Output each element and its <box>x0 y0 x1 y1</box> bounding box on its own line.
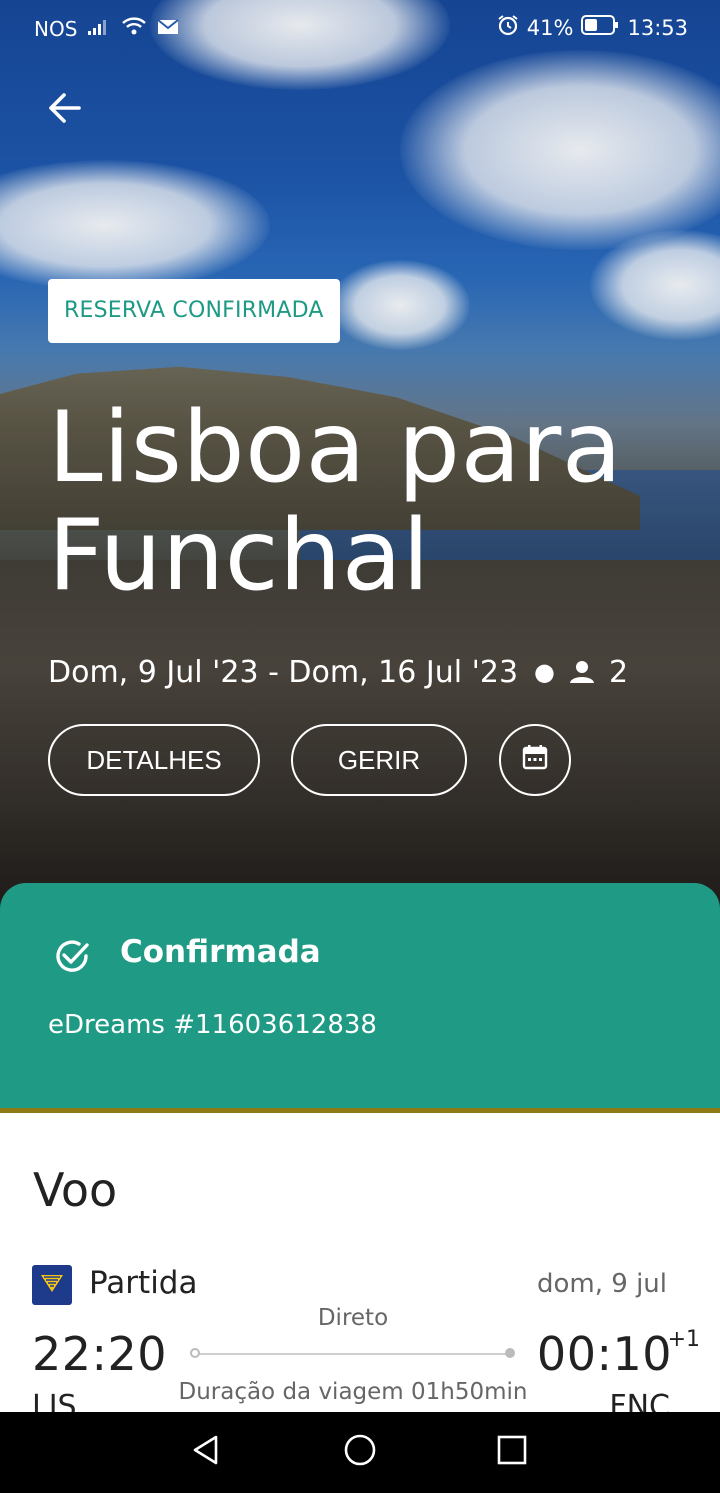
flight-section: Voo Partida dom, 9 jul Direto 22:20 00:1… <box>0 1113 720 1412</box>
circle-home-icon <box>343 1433 377 1471</box>
carrier-name: NOS <box>34 16 78 41</box>
details-button[interactable]: DETALHES <box>48 724 260 796</box>
signal-icon <box>87 17 111 41</box>
clock-time: 13:53 <box>627 15 688 40</box>
airline-logo <box>32 1265 72 1305</box>
person-icon <box>569 660 595 684</box>
add-to-calendar-button[interactable] <box>499 724 571 796</box>
arrival-airport-code: FNC <box>609 1389 670 1412</box>
harp-icon <box>39 1272 65 1298</box>
departure-time: 22:20 <box>32 1327 168 1381</box>
departure-airport-code: LIS <box>32 1389 77 1412</box>
alarm-icon <box>497 14 519 41</box>
wifi-icon <box>121 16 147 41</box>
leg-label: Partida <box>89 1265 198 1301</box>
calendar-icon <box>522 744 548 777</box>
section-title: Voo <box>33 1163 118 1217</box>
booking-reference: eDreams #11603612838 <box>48 1010 377 1040</box>
booking-status-badge: RESERVA CONFIRMADA <box>48 279 340 343</box>
trip-summary: Dom, 9 Jul '23 - Dom, 16 Jul '23 ● 2 <box>48 650 628 694</box>
triangle-back-icon <box>190 1434 222 1470</box>
day-offset: +1 <box>667 1327 700 1352</box>
nav-home-button[interactable] <box>340 1432 380 1472</box>
check-circle-icon <box>52 936 92 976</box>
back-button[interactable] <box>40 86 88 134</box>
square-recents-icon <box>497 1435 527 1469</box>
arrival-time: 00:10 <box>536 1327 672 1381</box>
navigation-bar <box>0 1412 720 1493</box>
mail-icon <box>157 17 180 41</box>
confirmation-card <box>0 883 720 1113</box>
confirmation-title: Confirmada <box>120 934 321 970</box>
route-start-dot <box>190 1348 200 1358</box>
arrow-left-icon <box>46 92 82 128</box>
passenger-count: 2 <box>609 654 629 690</box>
route-end-dot <box>505 1348 515 1358</box>
separator-dot: ● <box>534 658 555 686</box>
trip-dates: Dom, 9 Jul '23 - Dom, 16 Jul '23 <box>48 654 519 690</box>
route-line <box>195 1353 510 1355</box>
nav-recents-button[interactable] <box>492 1432 532 1472</box>
trip-duration: Duração da viagem 01h50min <box>178 1379 528 1405</box>
manage-button[interactable]: GERIR <box>291 724 467 796</box>
status-bar: NOS 41% 13:53 <box>0 0 720 56</box>
leg-date: dom, 9 jul <box>537 1269 667 1299</box>
route-title-line2: Funchal <box>48 499 431 613</box>
route-title-line1: Lisboa para <box>48 391 623 505</box>
hero-banner: NOS 41% 13:53 RESERVA CONFIRMADA Lisboa … <box>0 0 720 920</box>
route-title: Lisboa para Funchal <box>48 394 688 610</box>
nav-back-button[interactable] <box>186 1432 226 1472</box>
battery-level: 41% <box>526 15 574 40</box>
battery-icon <box>581 14 619 41</box>
